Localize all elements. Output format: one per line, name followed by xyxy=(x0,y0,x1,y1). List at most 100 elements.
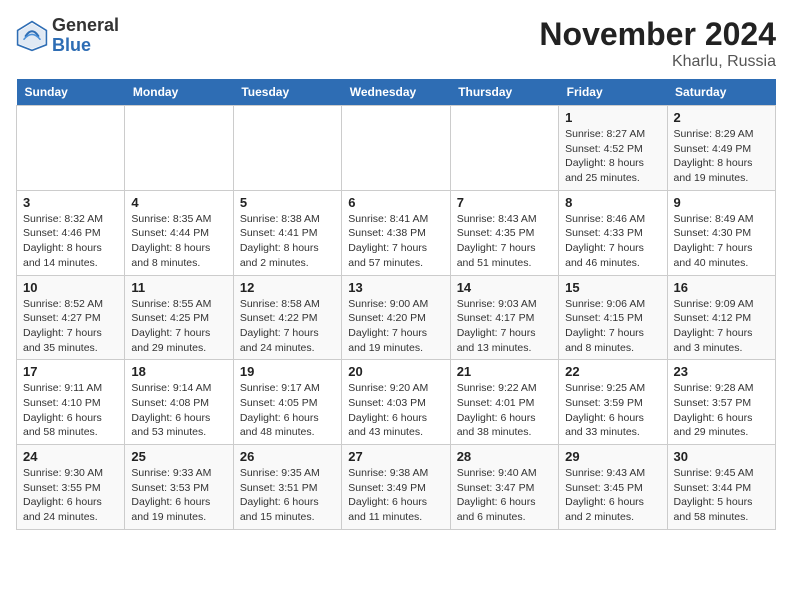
day-number: 21 xyxy=(457,364,552,379)
week-row-1: 1Sunrise: 8:27 AM Sunset: 4:52 PM Daylig… xyxy=(17,106,776,191)
day-number: 29 xyxy=(565,449,660,464)
calendar-cell xyxy=(125,106,233,191)
location: Kharlu, Russia xyxy=(539,53,776,71)
day-info: Sunrise: 8:43 AM Sunset: 4:35 PM Dayligh… xyxy=(457,212,552,271)
day-number: 28 xyxy=(457,449,552,464)
day-number: 3 xyxy=(23,195,118,210)
calendar-cell: 9Sunrise: 8:49 AM Sunset: 4:30 PM Daylig… xyxy=(667,190,775,275)
weekday-header-sunday: Sunday xyxy=(17,79,125,106)
calendar-cell: 8 Sunrise: 8:46 AM Sunset: 4:33 PM Daylig… xyxy=(559,190,667,275)
day-info: Sunrise: 8:35 AM Sunset: 4:44 PM Dayligh… xyxy=(131,212,226,271)
day-info: Sunrise: 9:11 AM Sunset: 4:10 PM Dayligh… xyxy=(23,381,118,440)
day-info: Sunrise: 9:22 AM Sunset: 4:01 PM Dayligh… xyxy=(457,381,552,440)
day-info: Sunrise: 8:49 AM Sunset: 4:30 PM Dayligh… xyxy=(674,212,769,271)
calendar-cell: 13 Sunrise: 9:00 AM Sunset: 4:20 PM Dayli… xyxy=(342,275,450,360)
calendar-cell: 2Sunrise: 8:29 AM Sunset: 4:49 PM Daylig… xyxy=(667,106,775,191)
day-number: 26 xyxy=(240,449,335,464)
day-number: 25 xyxy=(131,449,226,464)
day-info: Sunrise: 9:14 AM Sunset: 4:08 PM Dayligh… xyxy=(131,381,226,440)
calendar-cell: 3 Sunrise: 8:32 AM Sunset: 4:46 PM Daylig… xyxy=(17,190,125,275)
day-number: 22 xyxy=(565,364,660,379)
day-info: Sunrise: 9:30 AM Sunset: 3:55 PM Dayligh… xyxy=(23,466,118,525)
calendar-cell: 17 Sunrise: 9:11 AM Sunset: 4:10 PM Dayli… xyxy=(17,360,125,445)
day-info: Sunrise: 8:52 AM Sunset: 4:27 PM Dayligh… xyxy=(23,297,118,356)
weekday-header-wednesday: Wednesday xyxy=(342,79,450,106)
weekday-header-monday: Monday xyxy=(125,79,233,106)
calendar-cell xyxy=(450,106,558,191)
day-info: Sunrise: 9:33 AM Sunset: 3:53 PM Dayligh… xyxy=(131,466,226,525)
calendar-cell: 1Sunrise: 8:27 AM Sunset: 4:52 PM Daylig… xyxy=(559,106,667,191)
day-info: Sunrise: 9:06 AM Sunset: 4:15 PM Dayligh… xyxy=(565,297,660,356)
day-info: Sunrise: 8:29 AM Sunset: 4:49 PM Dayligh… xyxy=(674,127,769,186)
calendar-cell: 21 Sunrise: 9:22 AM Sunset: 4:01 PM Dayli… xyxy=(450,360,558,445)
day-info: Sunrise: 9:25 AM Sunset: 3:59 PM Dayligh… xyxy=(565,381,660,440)
calendar-cell: 5 Sunrise: 8:38 AM Sunset: 4:41 PM Daylig… xyxy=(233,190,341,275)
day-info: Sunrise: 8:38 AM Sunset: 4:41 PM Dayligh… xyxy=(240,212,335,271)
day-number: 20 xyxy=(348,364,443,379)
day-info: Sunrise: 8:32 AM Sunset: 4:46 PM Dayligh… xyxy=(23,212,118,271)
month-title: November 2024 xyxy=(539,16,776,53)
day-number: 8 xyxy=(565,195,660,210)
week-row-5: 24 Sunrise: 9:30 AM Sunset: 3:55 PM Dayli… xyxy=(17,445,776,530)
calendar-cell: 25 Sunrise: 9:33 AM Sunset: 3:53 PM Dayli… xyxy=(125,445,233,530)
weekday-header-friday: Friday xyxy=(559,79,667,106)
calendar-cell: 27 Sunrise: 9:38 AM Sunset: 3:49 PM Dayli… xyxy=(342,445,450,530)
calendar-cell: 19Sunrise: 9:17 AM Sunset: 4:05 PM Dayli… xyxy=(233,360,341,445)
weekday-header-tuesday: Tuesday xyxy=(233,79,341,106)
day-number: 17 xyxy=(23,364,118,379)
day-number: 16 xyxy=(674,280,769,295)
calendar-cell: 7 Sunrise: 8:43 AM Sunset: 4:35 PM Daylig… xyxy=(450,190,558,275)
calendar-cell: 26 Sunrise: 9:35 AM Sunset: 3:51 PM Dayli… xyxy=(233,445,341,530)
calendar-cell: 11Sunrise: 8:55 AM Sunset: 4:25 PM Dayli… xyxy=(125,275,233,360)
calendar-cell: 23 Sunrise: 9:28 AM Sunset: 3:57 PM Dayli… xyxy=(667,360,775,445)
logo-text: General Blue xyxy=(52,16,119,56)
day-info: Sunrise: 8:27 AM Sunset: 4:52 PM Dayligh… xyxy=(565,127,660,186)
calendar-cell: 15 Sunrise: 9:06 AM Sunset: 4:15 PM Dayli… xyxy=(559,275,667,360)
day-number: 13 xyxy=(348,280,443,295)
calendar-cell: 30 Sunrise: 9:45 AM Sunset: 3:44 PM Dayli… xyxy=(667,445,775,530)
day-info: Sunrise: 9:43 AM Sunset: 3:45 PM Dayligh… xyxy=(565,466,660,525)
week-row-2: 3 Sunrise: 8:32 AM Sunset: 4:46 PM Daylig… xyxy=(17,190,776,275)
day-info: Sunrise: 8:41 AM Sunset: 4:38 PM Dayligh… xyxy=(348,212,443,271)
day-number: 5 xyxy=(240,195,335,210)
day-info: Sunrise: 9:28 AM Sunset: 3:57 PM Dayligh… xyxy=(674,381,769,440)
day-info: Sunrise: 8:55 AM Sunset: 4:25 PM Dayligh… xyxy=(131,297,226,356)
logo-icon xyxy=(16,20,48,52)
week-row-4: 17 Sunrise: 9:11 AM Sunset: 4:10 PM Dayli… xyxy=(17,360,776,445)
calendar-cell xyxy=(233,106,341,191)
calendar-cell: 18 Sunrise: 9:14 AM Sunset: 4:08 PM Dayli… xyxy=(125,360,233,445)
page-header: General Blue November 2024 Kharlu, Russi… xyxy=(16,16,776,71)
calendar-cell: 24 Sunrise: 9:30 AM Sunset: 3:55 PM Dayli… xyxy=(17,445,125,530)
calendar-cell: 16 Sunrise: 9:09 AM Sunset: 4:12 PM Dayli… xyxy=(667,275,775,360)
calendar-cell: 22 Sunrise: 9:25 AM Sunset: 3:59 PM Dayli… xyxy=(559,360,667,445)
calendar-cell: 29 Sunrise: 9:43 AM Sunset: 3:45 PM Dayli… xyxy=(559,445,667,530)
week-row-3: 10 Sunrise: 8:52 AM Sunset: 4:27 PM Dayli… xyxy=(17,275,776,360)
logo: General Blue xyxy=(16,16,119,56)
weekday-header-row: SundayMondayTuesdayWednesdayThursdayFrid… xyxy=(17,79,776,106)
title-section: November 2024 Kharlu, Russia xyxy=(539,16,776,71)
weekday-header-saturday: Saturday xyxy=(667,79,775,106)
day-number: 24 xyxy=(23,449,118,464)
day-info: Sunrise: 9:35 AM Sunset: 3:51 PM Dayligh… xyxy=(240,466,335,525)
day-number: 15 xyxy=(565,280,660,295)
weekday-header-thursday: Thursday xyxy=(450,79,558,106)
day-info: Sunrise: 9:00 AM Sunset: 4:20 PM Dayligh… xyxy=(348,297,443,356)
day-number: 27 xyxy=(348,449,443,464)
day-info: Sunrise: 9:45 AM Sunset: 3:44 PM Dayligh… xyxy=(674,466,769,525)
day-info: Sunrise: 9:03 AM Sunset: 4:17 PM Dayligh… xyxy=(457,297,552,356)
calendar-cell: 20Sunrise: 9:20 AM Sunset: 4:03 PM Dayli… xyxy=(342,360,450,445)
day-number: 4 xyxy=(131,195,226,210)
day-info: Sunrise: 8:46 AM Sunset: 4:33 PM Dayligh… xyxy=(565,212,660,271)
calendar-cell: 10 Sunrise: 8:52 AM Sunset: 4:27 PM Dayli… xyxy=(17,275,125,360)
day-number: 18 xyxy=(131,364,226,379)
day-info: Sunrise: 9:38 AM Sunset: 3:49 PM Dayligh… xyxy=(348,466,443,525)
day-info: Sunrise: 9:09 AM Sunset: 4:12 PM Dayligh… xyxy=(674,297,769,356)
day-info: Sunrise: 8:58 AM Sunset: 4:22 PM Dayligh… xyxy=(240,297,335,356)
day-number: 7 xyxy=(457,195,552,210)
calendar-cell: 14Sunrise: 9:03 AM Sunset: 4:17 PM Dayli… xyxy=(450,275,558,360)
calendar-cell: 12Sunrise: 8:58 AM Sunset: 4:22 PM Dayli… xyxy=(233,275,341,360)
day-number: 30 xyxy=(674,449,769,464)
calendar-cell xyxy=(342,106,450,191)
day-number: 23 xyxy=(674,364,769,379)
day-number: 10 xyxy=(23,280,118,295)
